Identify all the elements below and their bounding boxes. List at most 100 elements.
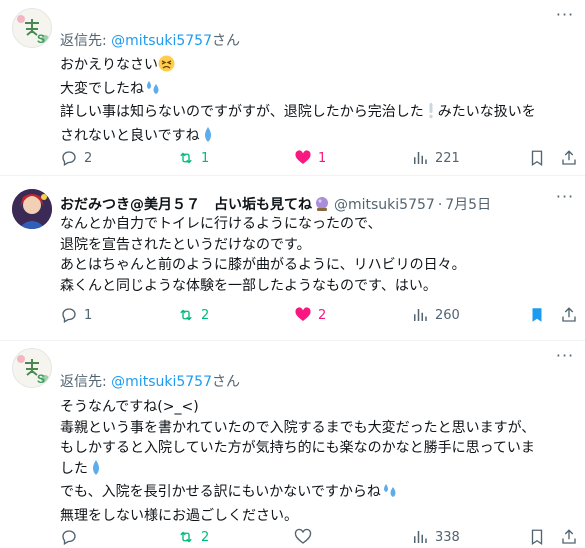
repost-button[interactable]: 2: [177, 527, 209, 547]
like-count: 2: [318, 307, 327, 323]
post-body: なんとか自力でトイレに行けるようになったので、 退院を宣告されたというだけなので…: [60, 214, 580, 296]
repost-icon: [180, 309, 192, 321]
reply-post-1[interactable]: S 返信先: @mitsuki5757さん ··· おかえりなさい 大変でしたね…: [0, 0, 585, 173]
repost-button[interactable]: 2: [177, 305, 209, 325]
view-count: 338: [435, 529, 460, 545]
post-body: そうなんですね(>_<) 毒親という事を書かれていたので入院するまでも大変だった…: [60, 397, 580, 526]
bookmark-button[interactable]: [528, 527, 546, 547]
reply-to-line: 返信先: @mitsuki5757さん: [60, 371, 240, 391]
display-name[interactable]: おだみつき@美月５７ 占い垢も見てね: [60, 197, 312, 213]
post-line: した: [60, 460, 88, 477]
droplet-emoji: [90, 459, 102, 483]
post-line: もしかすると入院していた方が気持ち的にも楽なのかなと勝手に思っていま: [60, 440, 535, 456]
post-line: 詳しい事は知らないのですがすが、退院したから完治した: [60, 104, 424, 120]
post-body: おかえりなさい 大変でしたね 詳しい事は知らないのですがすが、退院したから完治し…: [60, 55, 580, 149]
avatar[interactable]: [12, 189, 52, 229]
reply-suffix: さん: [211, 33, 240, 49]
views-button[interactable]: 221: [411, 148, 460, 168]
post-line: 退院を宣告されたというだけなのです。: [60, 236, 311, 253]
post-line: あとはちゃんと前のように膝が曲がるように、リハビリの日々。: [60, 257, 466, 273]
post-line: 無理をしない様にお過ごしください。: [60, 507, 298, 524]
like-button[interactable]: 2: [294, 305, 326, 325]
post-header: おだみつき@美月５７ 占い垢も見てね @mitsuki5757 · 7月5日: [60, 194, 491, 216]
repost-count: 2: [201, 529, 210, 545]
avatar-image: S: [13, 9, 51, 47]
view-count: 260: [435, 307, 460, 323]
reply-button[interactable]: [60, 527, 84, 547]
crystal-ball-emoji: [314, 196, 330, 216]
post-line: 森くんと同じような体験を一部したようなものです、はい。: [60, 277, 437, 294]
reply-icon: [62, 151, 76, 166]
repost-icon: [180, 531, 192, 543]
meta-dot: ·: [437, 197, 443, 213]
svg-text:S: S: [37, 372, 45, 386]
reply-post-3[interactable]: S 返信先: @mitsuki5757さん ··· そうなんですね(>_<) 毒…: [0, 341, 585, 548]
views-button[interactable]: 260: [411, 305, 460, 325]
views-button[interactable]: 338: [411, 527, 460, 547]
reply-post-2[interactable]: おだみつき@美月５７ 占い垢も見てね @mitsuki5757 · 7月5日 ··· …: [0, 176, 585, 341]
avatar[interactable]: S: [12, 348, 52, 388]
action-bar: 2 338: [60, 527, 580, 547]
bookmark-icon: [531, 150, 543, 167]
avatar[interactable]: S: [12, 8, 52, 48]
share-icon: [562, 307, 576, 322]
views-icon: [414, 152, 427, 164]
drops-emoji: [381, 482, 399, 506]
post-line: 毒親という事を書かれていたので入院するまでも大変だったと思いますが、: [60, 419, 536, 436]
post-line-tail: みたいな扱いを: [437, 104, 536, 120]
view-count: 221: [435, 150, 460, 166]
more-icon[interactable]: ···: [555, 7, 575, 28]
exclamation-emoji: [426, 102, 436, 126]
repost-count: 2: [201, 307, 210, 323]
views-icon: [414, 531, 427, 543]
reply-icon: [62, 530, 76, 545]
bookmark-icon: [532, 308, 542, 322]
like-button[interactable]: 1: [294, 148, 326, 168]
bookmark-button[interactable]: [528, 305, 546, 325]
like-icon: [295, 150, 311, 164]
like-icon: [295, 307, 311, 321]
post-line: されないと良いですね: [60, 127, 200, 144]
bookmark-icon: [531, 529, 543, 546]
share-button[interactable]: [560, 148, 578, 168]
avatar-image: [12, 189, 52, 229]
reply-button[interactable]: 2: [60, 148, 92, 168]
post-line: おかえりなさい: [60, 57, 158, 73]
reply-count: 2: [84, 150, 93, 166]
svg-text:S: S: [37, 32, 45, 46]
like-button[interactable]: [294, 527, 318, 547]
share-icon: [562, 150, 576, 165]
post-line: 大変でしたね: [60, 80, 144, 97]
reply-icon: [62, 308, 76, 323]
share-button[interactable]: [560, 305, 578, 325]
post-date[interactable]: 7月5日: [445, 197, 491, 213]
views-icon: [414, 309, 427, 321]
repost-count: 1: [201, 150, 210, 166]
reply-suffix: さん: [211, 374, 240, 390]
reply-prefix: 返信先:: [60, 33, 112, 49]
reply-count: 1: [84, 307, 93, 323]
tired-face-emoji: [158, 55, 175, 79]
like-icon: [294, 528, 312, 544]
drops-emoji: [144, 79, 162, 103]
reply-mention-link[interactable]: @mitsuki5757: [111, 374, 212, 390]
reply-button[interactable]: 1: [60, 305, 92, 325]
action-bar: 2 1 1 221: [60, 148, 580, 168]
bookmark-button[interactable]: [528, 148, 546, 168]
repost-icon: [180, 152, 192, 164]
avatar-image: S: [13, 349, 51, 387]
post-line: なんとか自力でトイレに行けるようになったので、: [60, 216, 382, 232]
post-line: でも、入院を長引かせる訳にもいかないですからね: [60, 484, 381, 500]
reply-to-line: 返信先: @mitsuki5757さん: [60, 30, 240, 50]
more-icon[interactable]: ···: [555, 189, 575, 210]
action-bar: 1 2 2 260: [60, 305, 580, 325]
post-line: そうなんですね(>_<): [60, 399, 199, 415]
handle[interactable]: @mitsuki5757: [334, 197, 435, 213]
like-count: 1: [318, 150, 327, 166]
share-icon: [562, 529, 576, 544]
repost-button[interactable]: 1: [177, 148, 209, 168]
share-button[interactable]: [560, 527, 578, 547]
reply-mention-link[interactable]: @mitsuki5757: [111, 33, 212, 49]
droplet-emoji: [202, 126, 214, 150]
more-icon[interactable]: ···: [555, 348, 575, 369]
